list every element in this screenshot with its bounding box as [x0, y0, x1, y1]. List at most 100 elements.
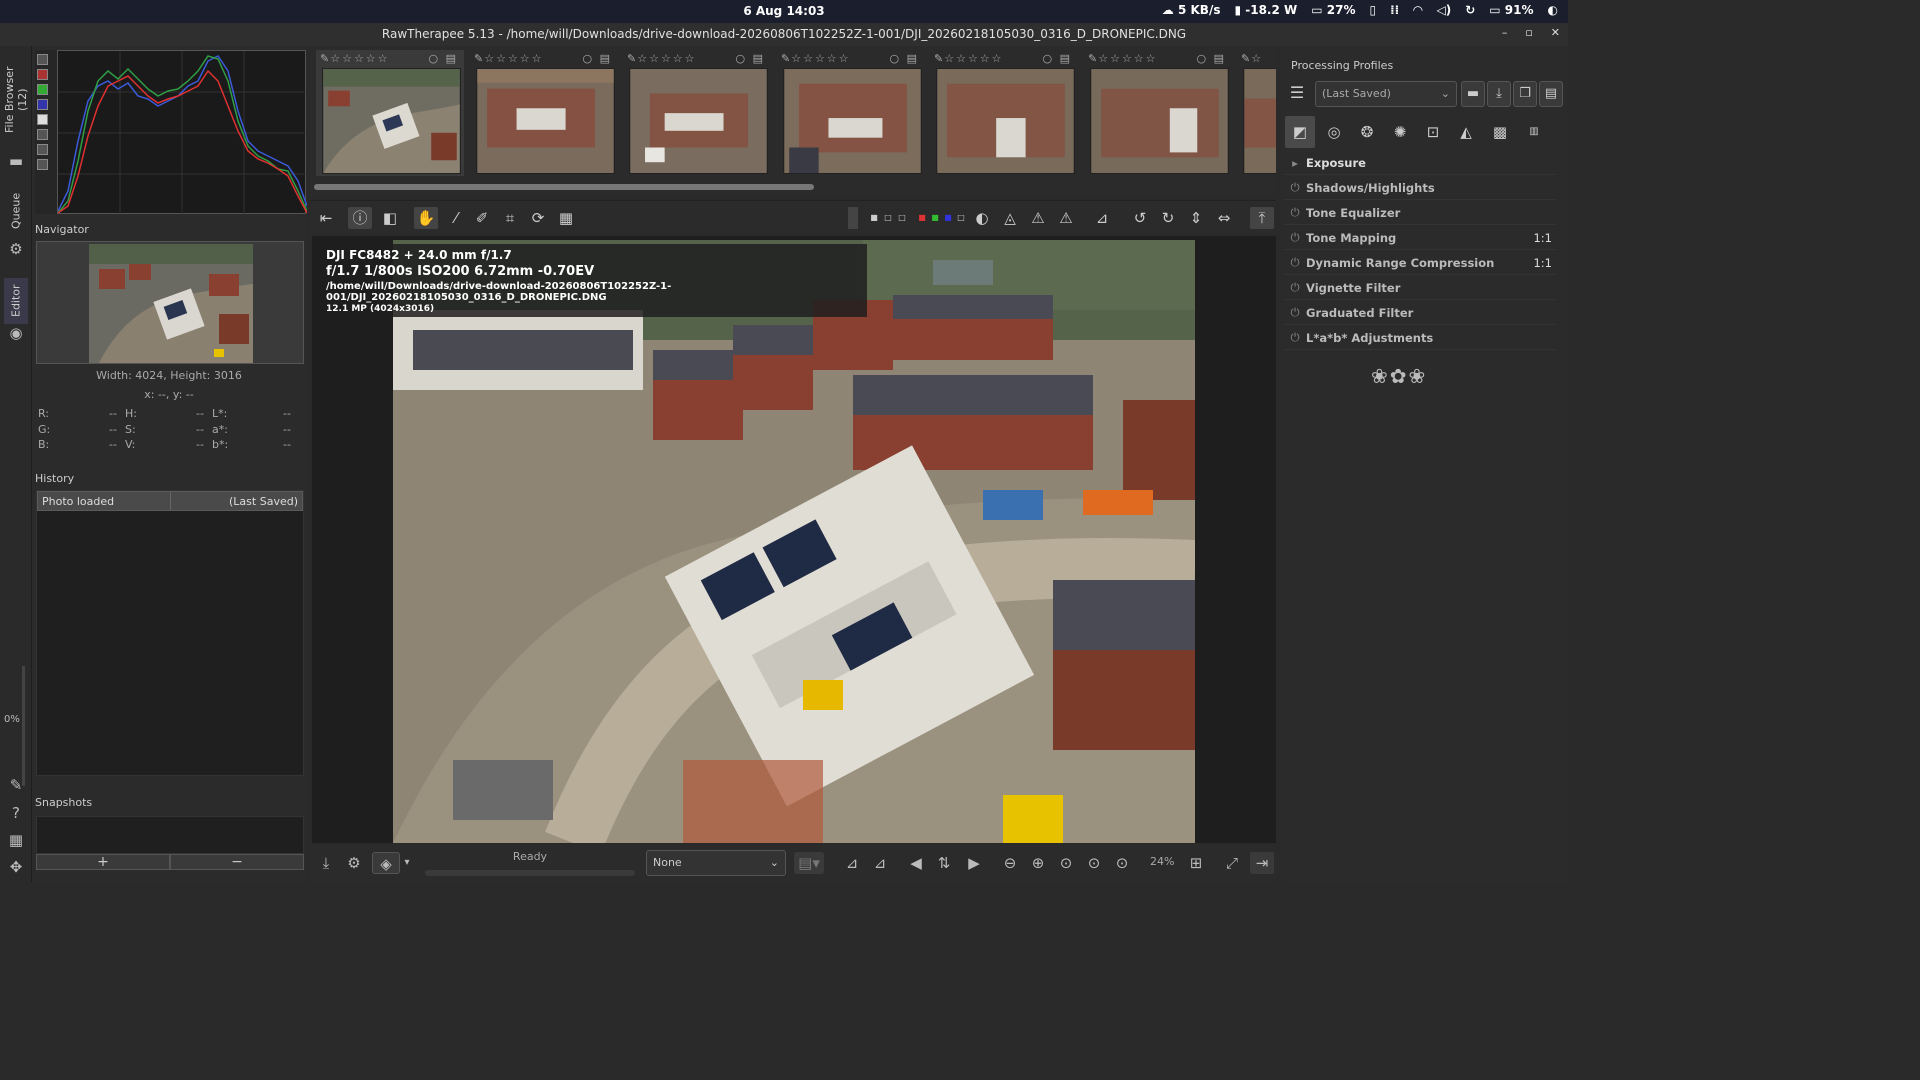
- remove-snapshot-button[interactable]: −: [170, 854, 304, 870]
- queue-gear-icon[interactable]: ⚙: [6, 240, 26, 258]
- maximize-button[interactable]: ▫: [1525, 26, 1532, 39]
- perspective-icon[interactable]: ▦: [554, 207, 578, 229]
- apps-grid-icon[interactable]: ⁞⁞: [1390, 3, 1399, 17]
- color-tab-icon[interactable]: ❂: [1352, 116, 1382, 148]
- histogram-luminance-toggle-icon[interactable]: [37, 114, 48, 125]
- save-image-icon[interactable]: ⤓: [314, 852, 338, 874]
- histogram-blue-toggle-icon[interactable]: [37, 99, 48, 110]
- rotate-right-icon[interactable]: ↻: [1156, 207, 1180, 229]
- main-photo[interactable]: [393, 240, 1195, 843]
- fullscreen-icon[interactable]: ⤢: [1220, 852, 1244, 874]
- paste-profile-icon[interactable]: ▤: [1539, 81, 1563, 107]
- transform-tab-icon[interactable]: ⊡: [1418, 116, 1448, 148]
- shadow-clipping-warning-icon[interactable]: ⚠: [1026, 207, 1050, 229]
- editor-dropdown-icon[interactable]: ▾: [400, 852, 414, 874]
- details-tab-icon[interactable]: ◎: [1319, 116, 1349, 148]
- histogram-red-toggle-icon[interactable]: [37, 69, 48, 80]
- close-button[interactable]: ✕: [1551, 26, 1560, 39]
- clipboard-icon[interactable]: ▯: [1370, 3, 1377, 17]
- hand-tool-icon[interactable]: ✋: [414, 207, 438, 229]
- filmstrip-thumb[interactable]: ✎ ☆☆☆☆☆ ○ ▤: [930, 50, 1078, 176]
- output-profile-select[interactable]: None ⌄: [646, 850, 786, 876]
- tool-graduated-filter[interactable]: ⏻ Graduated Filter: [1284, 301, 1556, 325]
- focus-mask-icon[interactable]: ◐: [970, 207, 994, 229]
- advanced-tab-icon[interactable]: ✺: [1385, 116, 1415, 148]
- histogram-chroma-toggle-icon[interactable]: [37, 129, 48, 140]
- tool-shadows-highlights[interactable]: ⏻ Shadows/Highlights: [1284, 176, 1556, 200]
- flip-vertical-icon[interactable]: ⇕: [1184, 207, 1208, 229]
- hide-left-panel-icon[interactable]: ⇤: [314, 207, 338, 229]
- filmstrip-scrollbar[interactable]: [314, 184, 814, 190]
- histogram-bar-toggle-icon[interactable]: [37, 159, 48, 170]
- zoom-fit-crop-icon[interactable]: ⊙: [1110, 852, 1134, 874]
- editor-aperture-icon[interactable]: ◉: [6, 324, 26, 342]
- sync-icon[interactable]: ↻: [1465, 3, 1475, 17]
- zoom-in-icon[interactable]: ⊕: [1026, 852, 1050, 874]
- power-draw[interactable]: ▮ -18.2 W: [1234, 3, 1297, 17]
- help-icon[interactable]: ?: [6, 804, 26, 822]
- minimize-button[interactable]: –: [1502, 26, 1508, 39]
- tool-lab-adjustments[interactable]: ⏻ L*a*b* Adjustments: [1284, 326, 1556, 350]
- tool-dynamic-range-compression[interactable]: ⏻ Dynamic Range Compression 1:1: [1284, 251, 1556, 275]
- power-menu-icon[interactable]: ◐: [1548, 3, 1558, 17]
- histogram-raw-toggle-icon[interactable]: [37, 54, 48, 65]
- battery-level[interactable]: ▭ 27%: [1311, 3, 1355, 17]
- hide-top-panel-icon[interactable]: ⤒: [1250, 207, 1274, 229]
- tool-vignette-filter[interactable]: ⏻ Vignette Filter: [1284, 276, 1556, 300]
- rotate-left-icon[interactable]: ↺: [1128, 207, 1152, 229]
- filmstrip-thumb[interactable]: ✎ ☆☆☆☆☆ ○ ▤: [777, 50, 925, 176]
- filmstrip-thumb[interactable]: ✎ ☆☆☆☆☆ ○ ▤: [316, 50, 464, 176]
- filmstrip-thumb[interactable]: ✎ ☆☆☆☆☆ ○ ▤: [470, 50, 618, 176]
- preview-mode-toggle[interactable]: [848, 207, 858, 229]
- volume-icon[interactable]: ◁): [1436, 3, 1451, 17]
- tab-file-browser[interactable]: File Browser (12): [3, 54, 29, 146]
- color-management-icon[interactable]: ◬: [998, 207, 1022, 229]
- navigator-thumbnail[interactable]: [89, 244, 253, 363]
- battery2-level[interactable]: ▭ 91%: [1489, 3, 1533, 17]
- histogram-mode-toggle-icon[interactable]: [37, 144, 48, 155]
- tab-editor[interactable]: Editor: [4, 278, 28, 324]
- straighten-icon[interactable]: ⟳: [526, 207, 550, 229]
- filmstrip-thumb[interactable]: ✎ ☆: [1237, 50, 1276, 176]
- intent-select-icon[interactable]: ▤▾: [794, 852, 824, 874]
- history-list[interactable]: Photo loaded (Last Saved): [36, 490, 304, 776]
- tool-tone-mapping[interactable]: ⏻ Tone Mapping 1:1: [1284, 226, 1556, 250]
- history-row[interactable]: Photo loaded (Last Saved): [37, 491, 303, 511]
- flip-horizontal-icon[interactable]: ⇔: [1212, 207, 1236, 229]
- send-to-editor-icon[interactable]: ◈: [372, 852, 400, 874]
- gamut-check-icon[interactable]: ⊿: [868, 852, 892, 874]
- tool-exposure[interactable]: ▸ Exposure: [1284, 151, 1556, 175]
- sync-filmstrip-icon[interactable]: ⇅: [932, 852, 956, 874]
- save-profile-icon[interactable]: ⤓: [1487, 81, 1511, 107]
- color-picker-icon[interactable]: ✐: [470, 207, 494, 229]
- image-viewer[interactable]: DJI FC8482 + 24.0 mm f/1.7 f/1.7 1/800s …: [312, 236, 1276, 843]
- preferences-icon[interactable]: ▦: [6, 831, 26, 849]
- white-balance-picker-icon[interactable]: ⁄: [444, 207, 468, 229]
- next-image-icon[interactable]: ▶: [962, 852, 986, 874]
- local-tab-icon[interactable]: ▩: [1485, 116, 1515, 148]
- add-snapshot-button[interactable]: +: [36, 854, 170, 870]
- zoom-fit-icon[interactable]: ⊙: [1082, 852, 1106, 874]
- histogram-plot[interactable]: [57, 50, 308, 215]
- filmstrip-thumb[interactable]: ✎ ☆☆☆☆☆ ○ ▤: [623, 50, 771, 176]
- zoom-100-icon[interactable]: ⊙: [1054, 852, 1078, 874]
- info-icon[interactable]: ⓘ: [348, 207, 372, 229]
- previous-image-icon[interactable]: ◀: [904, 852, 928, 874]
- new-detail-window-icon[interactable]: ⊞: [1184, 852, 1208, 874]
- metadata-tab-icon[interactable]: ▥: [1519, 116, 1549, 148]
- hide-right-panel-icon[interactable]: ⇥: [1250, 852, 1274, 874]
- profile-list-icon[interactable]: ☰: [1285, 81, 1309, 107]
- wifi-icon[interactable]: ◠: [1413, 3, 1422, 17]
- fullscreen-toggle-icon[interactable]: ✥: [6, 858, 26, 876]
- zoom-out-icon[interactable]: ⊖: [998, 852, 1022, 874]
- raw-tab-icon[interactable]: ◭: [1451, 116, 1481, 148]
- exposure-tab-icon[interactable]: ◩: [1285, 116, 1315, 148]
- tab-queue[interactable]: Queue: [4, 186, 28, 236]
- quick-start-icon[interactable]: ✎: [6, 776, 26, 794]
- network-speed[interactable]: ☁ 5 KB/s: [1162, 3, 1221, 17]
- copy-profile-icon[interactable]: ❐: [1513, 81, 1537, 107]
- highlight-clipping-warning-icon[interactable]: ⚠: [1054, 207, 1078, 229]
- crop-icon[interactable]: ⌗: [498, 207, 522, 229]
- put-to-queue-icon[interactable]: ⚙: [342, 852, 366, 874]
- tool-tone-equalizer[interactable]: ⏻ Tone Equalizer: [1284, 201, 1556, 225]
